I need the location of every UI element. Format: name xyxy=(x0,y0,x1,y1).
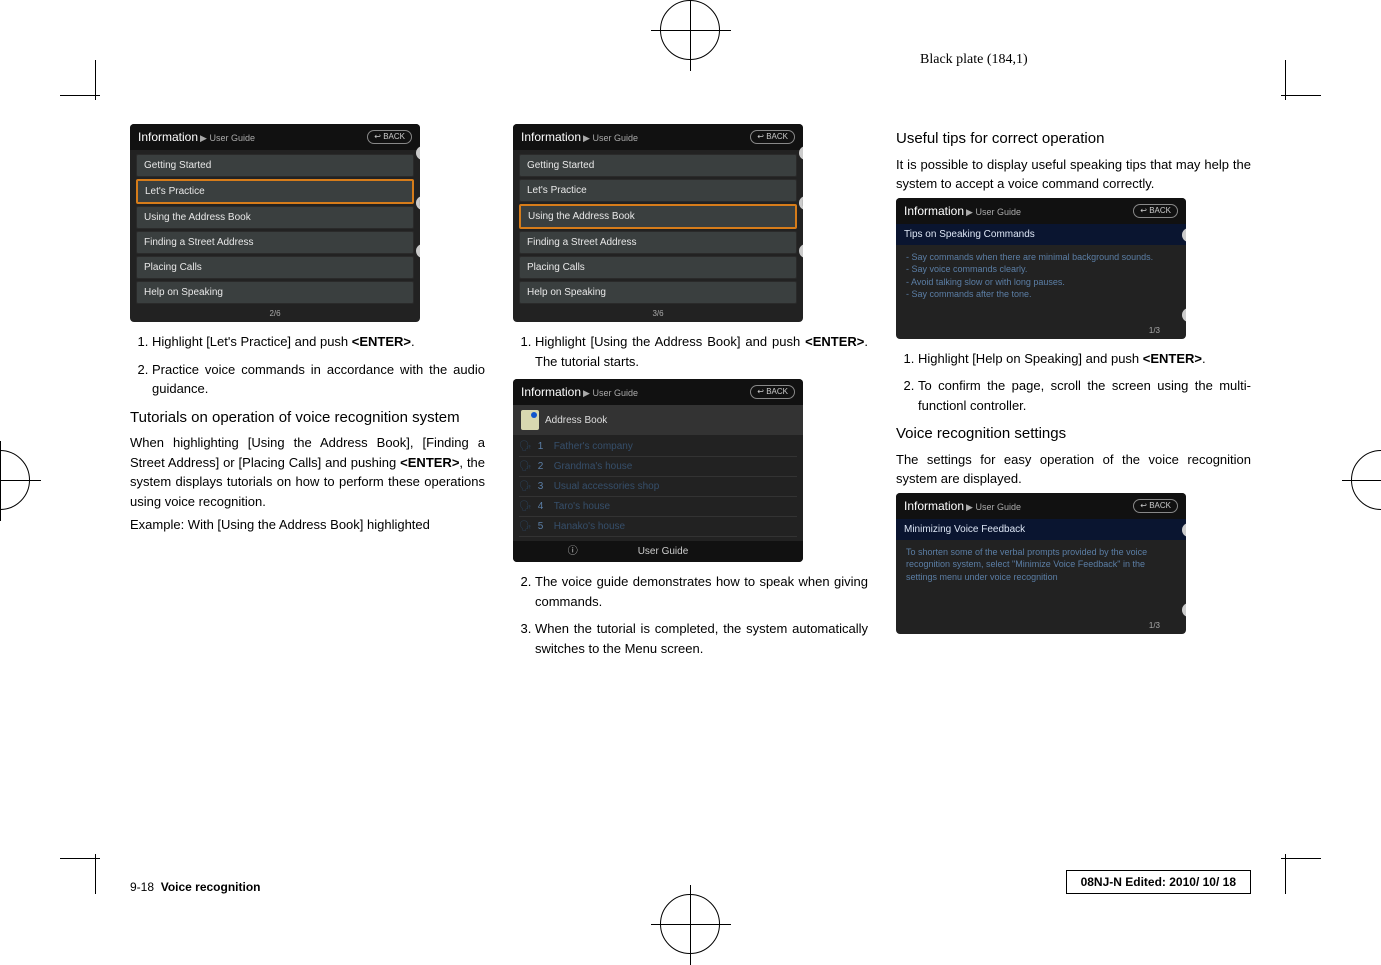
page-footer: 9-18 Voice recognition 08NJ-N Edited: 20… xyxy=(130,870,1251,894)
back-button[interactable]: ↩ BACK xyxy=(1133,204,1178,218)
crop-mark xyxy=(60,95,100,96)
column-3: Useful tips for correct operation It is … xyxy=(896,120,1251,858)
back-button[interactable]: ↩ BACK xyxy=(1133,499,1178,513)
list-item[interactable]: 🗣1Father's company xyxy=(519,437,797,457)
menu-item-placing-calls[interactable]: Placing Calls xyxy=(519,256,797,279)
heading-voice-settings: Voice recognition settings xyxy=(896,423,1251,446)
screenshot-voice-feedback: Information▶ User Guide ↩ BACK Minimizin… xyxy=(896,493,1186,634)
menu-item-lets-practice[interactable]: Let's Practice xyxy=(519,179,797,202)
menu-item-placing-calls[interactable]: Placing Calls xyxy=(136,256,414,279)
list-item[interactable]: 🗣5Hanako's house xyxy=(519,517,797,537)
menu-item-help-speaking[interactable]: Help on Speaking xyxy=(136,281,414,304)
column-1: Information▶ User Guide ↩ BACK Getting S… xyxy=(130,120,485,858)
screen-title: Information xyxy=(904,204,964,218)
page-indicator: 1/3 xyxy=(896,620,1186,634)
step-1: Highlight [Let's Practice] and push <ENT… xyxy=(152,332,485,352)
heading-tutorials: Tutorials on operation of voice recognit… xyxy=(130,407,485,430)
crop-mark xyxy=(95,854,96,894)
back-button[interactable]: ↩ BACK xyxy=(750,130,795,144)
screenshot-lets-practice: Information▶ User Guide ↩ BACK Getting S… xyxy=(130,124,420,322)
screen-title: Information xyxy=(138,130,198,144)
page-indicator: 3/6 xyxy=(513,308,803,322)
menu-item-address-book[interactable]: Using the Address Book xyxy=(519,204,797,229)
crop-mark xyxy=(60,858,100,859)
address-book-title: Address Book xyxy=(545,413,607,428)
screenshot-tips: Information▶ User Guide ↩ BACK Tips on S… xyxy=(896,198,1186,339)
subtitle-bar: Minimizing Voice Feedback xyxy=(896,519,1186,540)
crop-mark xyxy=(1281,858,1321,859)
registration-mark-bottom xyxy=(660,894,720,954)
breadcrumb: ▶ User Guide xyxy=(583,133,638,143)
footer-bar: ⓘ User Guide xyxy=(513,541,803,562)
scroll-down-icon[interactable]: ▼ xyxy=(1182,308,1186,322)
menu-item-lets-practice[interactable]: Let's Practice xyxy=(136,179,414,204)
step-2: Practice voice commands in accordance wi… xyxy=(152,360,485,399)
address-book-icon xyxy=(521,410,539,430)
breadcrumb: ▶ User Guide xyxy=(200,133,255,143)
step-2: The voice guide demonstrates how to spea… xyxy=(535,572,868,611)
paragraph-example: Example: With [Using the Address Book] h… xyxy=(130,515,485,535)
menu-item-street-address[interactable]: Finding a Street Address xyxy=(519,231,797,254)
screen-title: Information xyxy=(521,385,581,399)
menu-item-street-address[interactable]: Finding a Street Address xyxy=(136,231,414,254)
list-item[interactable]: 🗣3Usual accessories shop xyxy=(519,477,797,497)
paragraph-tutorials: When highlighting [Using the Address Boo… xyxy=(130,433,485,511)
step-1: Highlight [Using the Address Book] and p… xyxy=(535,332,868,371)
voice-icon: 🗣 xyxy=(519,479,532,494)
registration-mark-right xyxy=(1351,450,1381,510)
subtitle-bar: Tips on Speaking Commands xyxy=(896,224,1186,245)
feedback-body: To shorten some of the verbal prompts pr… xyxy=(896,540,1186,620)
back-button[interactable]: ↩ BACK xyxy=(367,130,412,144)
registration-mark-top xyxy=(660,0,720,60)
screenshot-address-book-menu: Information▶ User Guide ↩ BACK Getting S… xyxy=(513,124,803,322)
breadcrumb: ▶ User Guide xyxy=(583,388,638,398)
heading-useful-tips: Useful tips for correct operation xyxy=(896,128,1251,151)
steps-list-2b: The voice guide demonstrates how to spea… xyxy=(513,572,868,658)
plate-label: Black plate (184,1) xyxy=(920,52,1028,68)
step-2: To confirm the page, scroll the screen u… xyxy=(918,376,1251,415)
page-indicator: 2/6 xyxy=(130,308,420,322)
breadcrumb: ▶ User Guide xyxy=(966,502,1021,512)
list-item[interactable]: 🗣2Grandma's house xyxy=(519,457,797,477)
steps-list-1: Highlight [Let's Practice] and push <ENT… xyxy=(130,332,485,399)
menu-item-help-speaking[interactable]: Help on Speaking xyxy=(519,281,797,304)
screenshot-address-book-list: Information▶ User Guide ↩ BACK Address B… xyxy=(513,379,803,562)
column-2: Information▶ User Guide ↩ BACK Getting S… xyxy=(513,120,868,858)
menu-item-address-book[interactable]: Using the Address Book xyxy=(136,206,414,229)
menu-item-getting-started[interactable]: Getting Started xyxy=(519,154,797,177)
screen-title: Information xyxy=(521,130,581,144)
steps-list-2: Highlight [Using the Address Book] and p… xyxy=(513,332,868,371)
step-3: When the tutorial is completed, the syst… xyxy=(535,619,868,658)
menu-item-getting-started[interactable]: Getting Started xyxy=(136,154,414,177)
page-content: Information▶ User Guide ↩ BACK Getting S… xyxy=(130,120,1251,894)
tips-body: - Say commands when there are minimal ba… xyxy=(896,245,1186,325)
paragraph-useful-tips: It is possible to display useful speakin… xyxy=(896,155,1251,194)
page-number: 9-18 Voice recognition xyxy=(130,880,261,894)
page-indicator: 1/3 xyxy=(896,325,1186,339)
scroll-up-icon[interactable]: ▲ xyxy=(1182,523,1186,537)
info-icon: ⓘ xyxy=(568,544,578,559)
list-item[interactable]: 🗣4Taro's house xyxy=(519,497,797,517)
breadcrumb: ▶ User Guide xyxy=(966,207,1021,217)
crop-mark xyxy=(1285,60,1286,100)
voice-icon: 🗣 xyxy=(519,519,532,534)
screen-title: Information xyxy=(904,499,964,513)
back-button[interactable]: ↩ BACK xyxy=(750,385,795,399)
voice-icon: 🗣 xyxy=(519,499,532,514)
crop-mark xyxy=(1281,95,1321,96)
scroll-up-icon[interactable]: ▲ xyxy=(1182,228,1186,242)
step-1: Highlight [Help on Speaking] and push <E… xyxy=(918,349,1251,369)
crop-mark xyxy=(1285,854,1286,894)
voice-icon: 🗣 xyxy=(519,459,532,474)
footer-label: User Guide xyxy=(638,544,689,559)
steps-list-3: Highlight [Help on Speaking] and push <E… xyxy=(896,349,1251,416)
crop-mark xyxy=(95,60,96,100)
registration-mark-left xyxy=(0,450,30,510)
voice-icon: 🗣 xyxy=(519,439,532,454)
paragraph-voice-settings: The settings for easy operation of the v… xyxy=(896,450,1251,489)
edit-stamp: 08NJ-N Edited: 2010/ 10/ 18 xyxy=(1066,870,1251,894)
scroll-down-icon[interactable]: ▼ xyxy=(1182,603,1186,617)
